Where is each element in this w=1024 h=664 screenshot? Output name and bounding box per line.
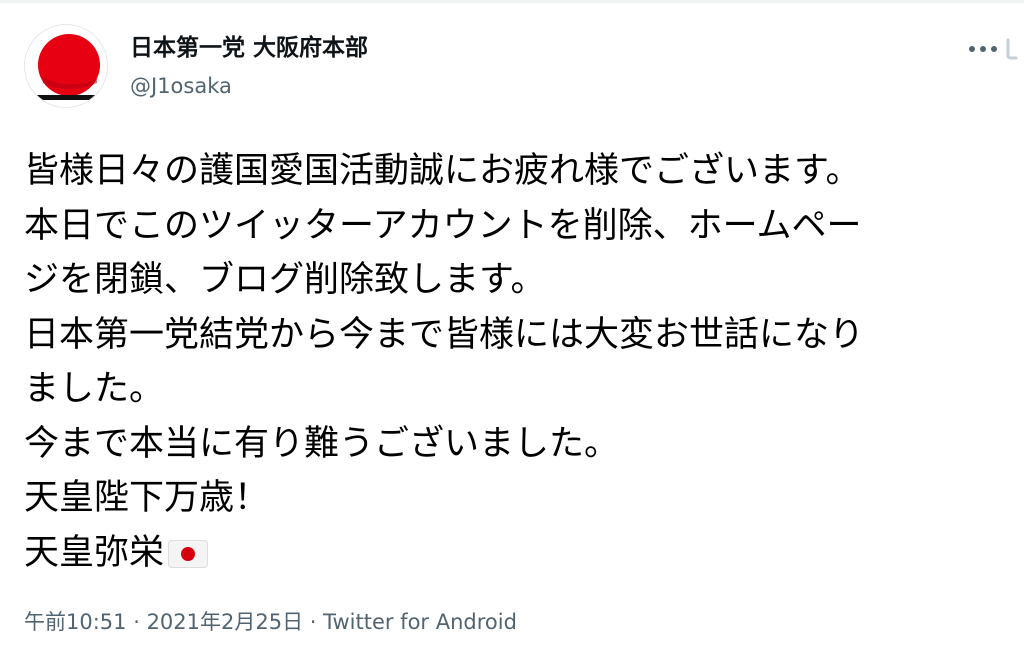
japan-flag-icon — [168, 539, 209, 568]
user-handle[interactable]: @J1osaka — [130, 72, 232, 100]
avatar[interactable] — [24, 24, 108, 108]
tweet-line: 天皇陛下万歳！ — [24, 478, 270, 518]
tweet-line-last: 天皇弥栄 — [24, 526, 1024, 581]
meta-separator: · — [126, 610, 147, 634]
tweet-line: 皆様日々の護国愛国活動誠にお疲れ様でございます。 — [24, 151, 861, 191]
twitter-logo-icon — [1004, 38, 1024, 60]
tweet-metadata: 午前10:51 · 2021年2月25日 · Twitter for Andro… — [24, 607, 517, 637]
tweet-date[interactable]: 2021年2月25日 — [147, 610, 304, 634]
tweet-source[interactable]: Twitter for Android — [323, 610, 517, 634]
tweet-line: 今まで本当に有り難うございました。 — [24, 423, 620, 464]
tweet-card: 日本第一党 大阪府本部 @J1osaka 皆様日々の護国愛国活動誠にお疲れ様でご… — [0, 0, 1024, 664]
hinomaru-avatar-icon — [25, 25, 107, 107]
more-options-icon — [968, 45, 998, 53]
tweet-line-text: 天皇弥栄 — [24, 532, 165, 573]
tweet-line: ジを閉鎖、ブログ削除致します。 — [24, 260, 546, 300]
meta-separator: · — [303, 610, 324, 634]
divider — [0, 0, 1024, 3]
tweet-text: 皆様日々の護国愛国活動誠にお疲れ様でございます。 本日でこのツイッターアカウント… — [24, 144, 1024, 580]
tweet-time[interactable]: 午前10:51 — [24, 610, 127, 634]
tweet-line: 本日でこのツイッターアカウントを削除、ホームペー — [24, 205, 862, 246]
tweet-line: 日本第一党結党から今まで皆様には大変お世話になり — [24, 314, 865, 355]
more-options-button[interactable] — [960, 34, 1006, 64]
tweet-line: ました。 — [24, 369, 165, 409]
display-name[interactable]: 日本第一党 大阪府本部 — [130, 33, 368, 63]
